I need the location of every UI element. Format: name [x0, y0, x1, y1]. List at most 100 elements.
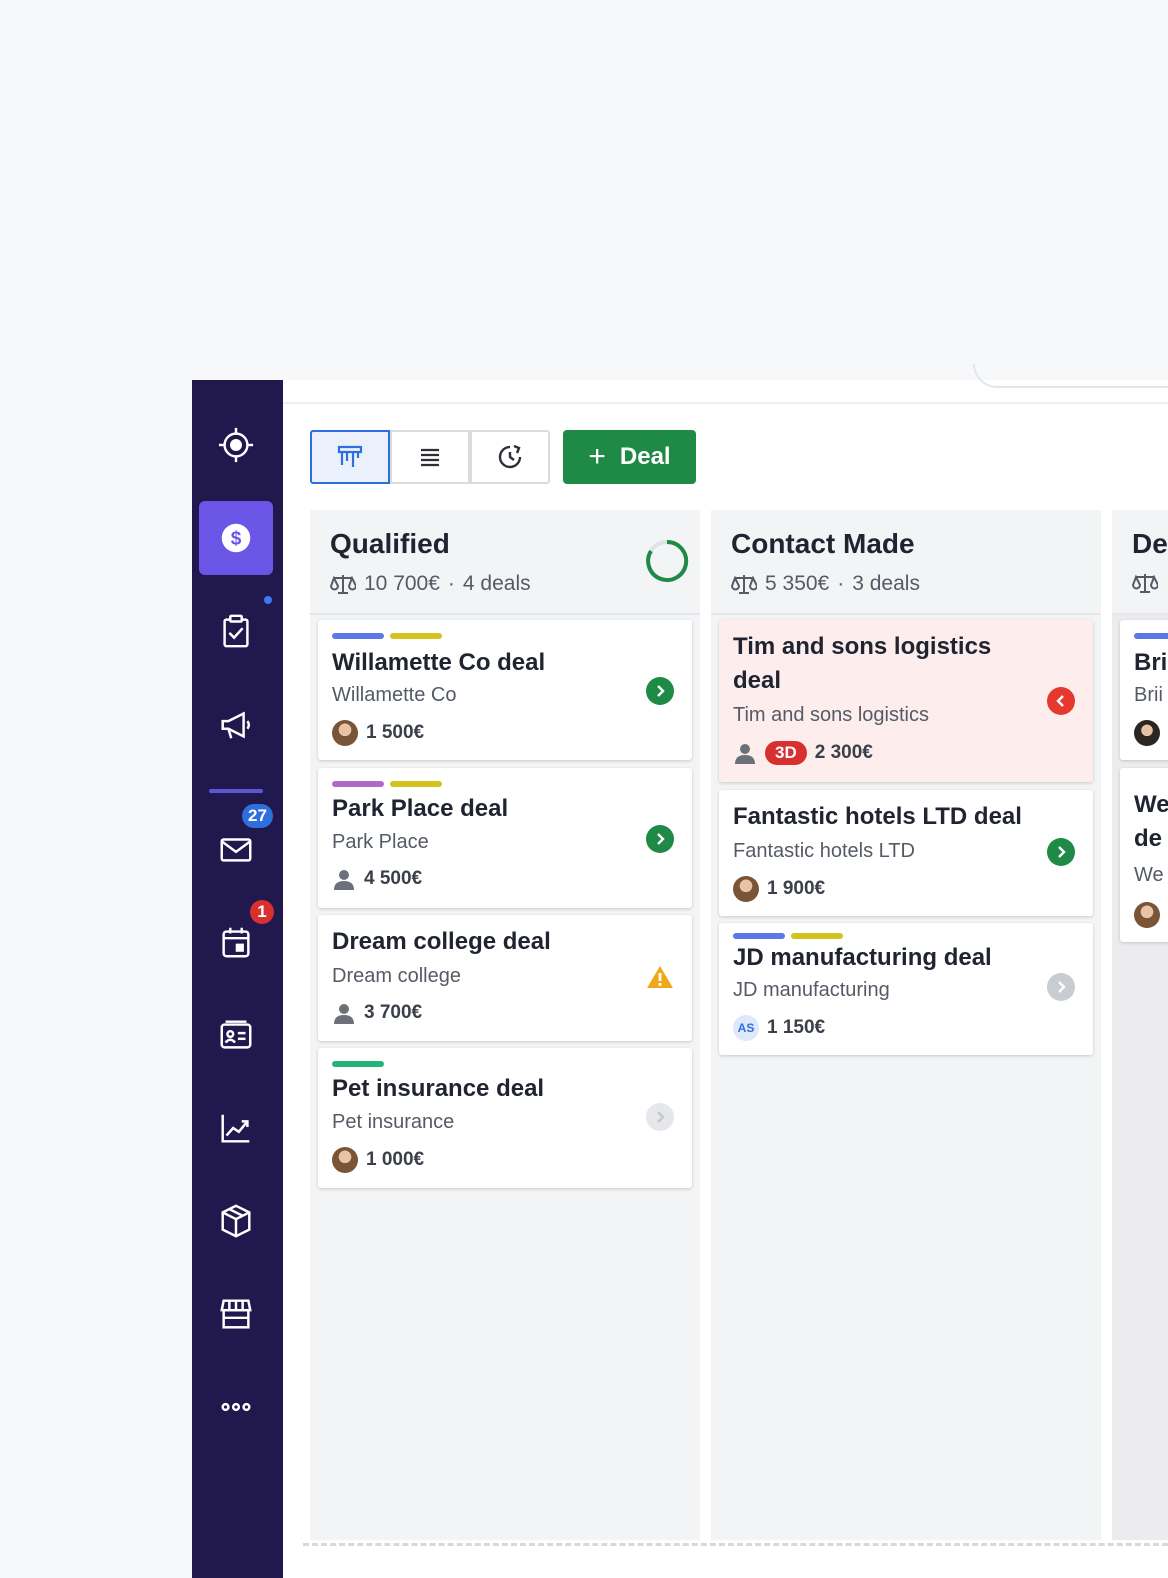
deal-value: 2 300€ [814, 742, 873, 763]
deal-organization: Dream college [332, 965, 461, 987]
megaphone-icon [221, 711, 251, 739]
deal-title-line: de [1134, 825, 1163, 852]
deal-card[interactable]: JD manufacturing deal JD manufacturing A… [719, 923, 1093, 1055]
nav-divider [209, 789, 263, 793]
sidebar: $ 27 1 [192, 380, 283, 1578]
deal-title: We de [1134, 788, 1168, 856]
deal-card[interactable]: Dream college deal Dream college 3 700€ [318, 915, 692, 1041]
nav-target[interactable] [199, 408, 273, 482]
deal-organization: Park Place [332, 831, 429, 853]
drop-zone-outline [303, 1543, 1168, 1573]
clipboard-check-icon [223, 614, 249, 648]
deal-card[interactable]: Willamette Co deal Willamette Co 1 500€ [318, 620, 692, 760]
calendar-badge: 1 [250, 900, 274, 924]
deal-value: 4 500€ [364, 868, 423, 889]
scale-icon [330, 575, 356, 594]
box-icon [221, 1204, 251, 1238]
list-view-button[interactable] [390, 430, 470, 484]
label-tags [733, 933, 843, 939]
dollar-icon: $ [221, 523, 251, 553]
schedule-activity-button[interactable] [646, 1103, 674, 1131]
person-icon [733, 741, 757, 765]
main-content: + Deal Qualified 10 700€ · 4 deals Willa… [283, 364, 1168, 1578]
chevron-right-icon [1058, 981, 1066, 993]
stage-total: 10 700€ [364, 572, 440, 595]
deal-title: Tim and sons logistics deal [733, 630, 991, 698]
chevron-right-icon [657, 1111, 665, 1123]
next-activity-button[interactable] [646, 825, 674, 853]
deal-meta [1134, 720, 1160, 746]
schedule-activity-button[interactable] [1047, 973, 1075, 1001]
stage-summary [1132, 572, 1158, 594]
nav-products[interactable] [199, 1184, 273, 1258]
forecast-icon [498, 444, 522, 469]
deal-title: Fantastic hotels LTD deal [733, 803, 1022, 830]
deal-card[interactable]: Fantastic hotels LTD deal Fantastic hote… [719, 790, 1093, 916]
avatar [1134, 902, 1160, 928]
label-tag [791, 933, 843, 939]
store-icon [220, 1299, 252, 1329]
list-icon [421, 448, 439, 467]
chevron-right-icon [657, 685, 665, 697]
forecast-view-button[interactable] [470, 430, 550, 484]
stage-total: 5 350€ [765, 572, 830, 595]
pipeline-view-button[interactable] [310, 430, 390, 484]
deal-meta [1134, 902, 1160, 928]
avatar [733, 876, 759, 902]
add-deal-button[interactable]: + Deal [563, 430, 696, 484]
deal-card[interactable]: Bri Brii [1120, 620, 1168, 760]
stage-header: De [1112, 510, 1168, 615]
nav-insights[interactable] [199, 1091, 273, 1165]
person-icon [332, 867, 356, 891]
avatar [332, 720, 358, 746]
chevron-left-icon [1056, 695, 1064, 707]
deal-title-line: deal [733, 667, 782, 694]
stage-header: Qualified 10 700€ · 4 deals [310, 510, 700, 615]
deal-title-line: We [1134, 791, 1168, 818]
deal-value: 1 900€ [767, 878, 826, 899]
label-tags [332, 1061, 384, 1067]
scale-icon [1132, 574, 1158, 593]
nav-deals[interactable]: $ [199, 501, 273, 575]
nav-more[interactable] [199, 1370, 273, 1444]
deal-organization: Brii [1134, 684, 1163, 706]
deal-card[interactable]: Park Place deal Park Place 4 500€ [318, 768, 692, 908]
deal-meta: 4 500€ [332, 867, 422, 891]
deal-title: JD manufacturing deal [733, 944, 992, 971]
nav-contacts[interactable] [199, 998, 273, 1072]
next-activity-button[interactable] [646, 677, 674, 705]
deal-value: 1 500€ [366, 722, 425, 743]
label-tag [332, 633, 384, 639]
search-field-edge[interactable] [973, 364, 1168, 388]
stage-column-partial: De Bri Brii We de We [1112, 510, 1168, 1540]
deal-title: Willamette Co deal [332, 649, 546, 676]
label-tags [332, 781, 442, 787]
label-tag [332, 781, 384, 787]
overdue-activity-button[interactable] [1047, 687, 1075, 715]
deal-card-rotting[interactable]: Tim and sons logistics deal Tim and sons… [719, 620, 1093, 782]
next-activity-button[interactable] [1047, 838, 1075, 866]
stage-title: De [1132, 528, 1168, 559]
stage-title: Contact Made [731, 528, 915, 559]
deal-card[interactable]: We de We [1120, 768, 1168, 942]
deal-card[interactable]: Pet insurance deal Pet insurance 1 000€ [318, 1048, 692, 1188]
no-activity-warning[interactable] [646, 963, 674, 991]
nav-campaigns[interactable] [199, 687, 273, 761]
mail-icon [220, 838, 252, 862]
svg-text:$: $ [231, 529, 242, 550]
stage-summary: 5 350€ · 3 deals [731, 572, 920, 596]
deal-organization: We [1134, 864, 1164, 886]
deal-meta: AS 1 150€ [733, 1015, 825, 1041]
nav-activities[interactable] [199, 594, 273, 668]
add-deal-label: Deal [619, 443, 671, 470]
mail-badge: 27 [242, 804, 273, 828]
person-icon [332, 1001, 356, 1025]
deal-organization: Fantastic hotels LTD [733, 840, 915, 862]
deal-title: Bri [1134, 649, 1168, 676]
deal-organization: Willamette Co [332, 684, 457, 706]
label-tag [332, 1061, 384, 1067]
deal-value: 3 700€ [364, 1002, 423, 1023]
label-tag [733, 933, 785, 939]
nav-marketplace[interactable] [199, 1277, 273, 1351]
deal-title-line: Tim and sons logistics [733, 633, 992, 660]
